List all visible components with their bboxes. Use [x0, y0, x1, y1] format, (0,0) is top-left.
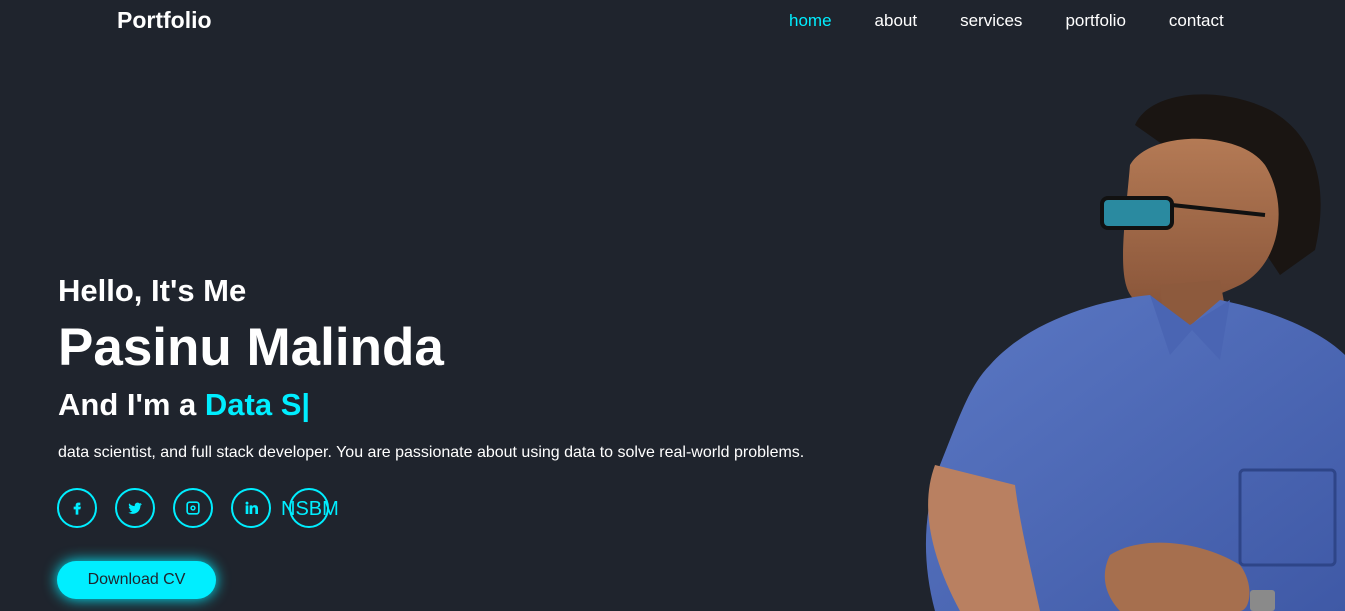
linkedin-icon [245, 501, 258, 514]
hero-content: Hello, It's Me Pasinu Malinda And I'm a … [58, 272, 878, 463]
logo[interactable]: Portfolio [117, 7, 212, 34]
nav-about[interactable]: about [875, 11, 918, 31]
nav-contact[interactable]: contact [1169, 11, 1224, 31]
linkedin-link[interactable] [231, 488, 271, 528]
hero-role: And I'm a Data S| [58, 386, 878, 424]
hero-greeting: Hello, It's Me [58, 273, 247, 308]
page: Portfolio home about services portfolio … [0, 0, 1345, 611]
profile-photo [925, 94, 1345, 611]
nav-home[interactable]: home [789, 11, 832, 31]
hero-description: data scientist, and full stack developer… [58, 444, 805, 461]
main-nav: home about services portfolio contact [789, 11, 1267, 31]
instagram-link[interactable] [173, 488, 213, 528]
facebook-icon [73, 502, 81, 515]
role-typed-text: Data S| [204, 387, 311, 422]
nsbm-link[interactable]: NSBM [281, 488, 339, 528]
nav-services[interactable]: services [960, 11, 1022, 31]
role-prefix: And I'm a [58, 387, 205, 422]
instagram-icon [186, 501, 200, 515]
twitter-link[interactable] [115, 488, 155, 528]
nav-portfolio[interactable]: portfolio [1065, 11, 1125, 31]
social-links: NSBM [57, 488, 339, 528]
twitter-icon [128, 502, 142, 514]
facebook-link[interactable] [57, 488, 97, 528]
nsbm-label: NSBM [281, 498, 339, 520]
hero-name: Pasinu Malinda [58, 318, 444, 377]
site-header: Portfolio home about services portfolio … [0, 0, 1345, 42]
download-cv-button[interactable]: Download CV [57, 561, 216, 599]
